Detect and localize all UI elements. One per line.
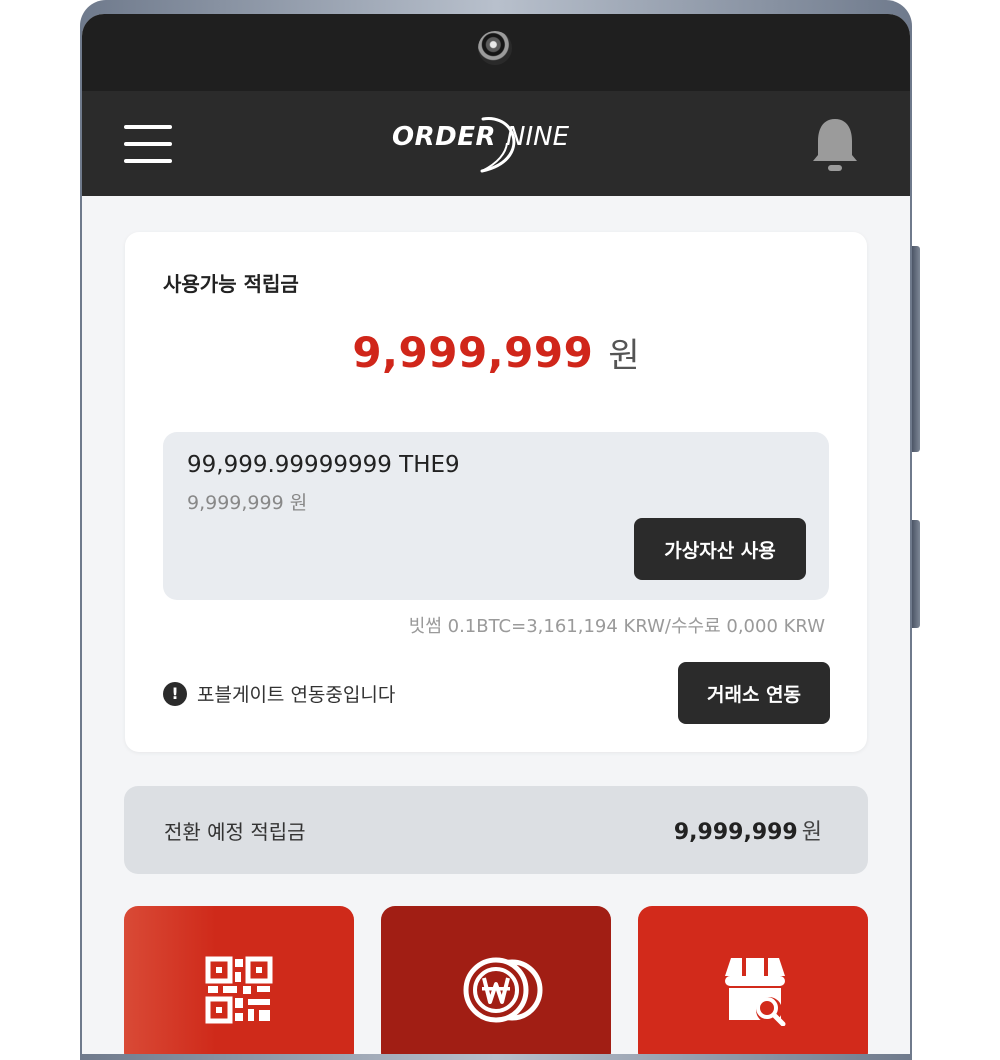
available-points-card: 사용가능 적립금 9,999,999 원 99,999.99999999 THE…	[125, 232, 867, 752]
coin-krw-value: 9,999,999 원	[187, 492, 308, 514]
use-crypto-button[interactable]: 가상자산 사용	[634, 518, 806, 580]
app-header: ORDER NINE	[82, 91, 910, 196]
crypto-asset-box: 99,999.99999999 THE9 9,999,999 원 가상자산 사용	[163, 432, 829, 600]
pending-points-bar: 전환 예정 적립금 9,999,999 원	[124, 786, 868, 874]
front-camera	[478, 31, 512, 65]
phone-screen: ORDER NINE 사용가능 적립금 9,999,999 원 99,999.9…	[82, 14, 910, 1054]
phone-power-button	[912, 520, 920, 628]
pending-unit: 원	[801, 820, 822, 845]
card-title: 사용가능 적립금	[163, 272, 299, 296]
link-status-notice: ! 포블게이트 연동중입니다	[163, 680, 395, 707]
won-coin-icon	[463, 957, 543, 1023]
notice-text: 포블게이트 연동중입니다	[197, 684, 396, 706]
status-bar	[82, 14, 910, 91]
won-points-tile[interactable]	[381, 906, 611, 1054]
qr-scan-tile[interactable]	[124, 906, 354, 1054]
logo-order-text: ORDER	[392, 122, 496, 152]
coin-amount: 99,999.99999999 THE9	[187, 452, 460, 478]
order-nine-logo: ORDER NINE	[386, 113, 606, 177]
store-search-icon	[725, 958, 786, 1026]
exchange-link-button[interactable]: 거래소 연동	[678, 662, 830, 724]
exclamation-icon: !	[163, 681, 187, 706]
pending-value: 9,999,999 원	[674, 814, 822, 846]
store-search-tile[interactable]	[638, 906, 868, 1054]
exchange-rate-text: 빗썸 0.1BTC=3,161,194 KRW/수수료 0,000 KRW	[408, 616, 825, 637]
qr-code-icon	[205, 956, 273, 1024]
points-amount: 9,999,999	[352, 328, 594, 377]
phone-volume-button	[912, 246, 920, 452]
logo-nine-text: NINE	[506, 122, 569, 152]
hamburger-menu-icon[interactable]	[124, 123, 172, 165]
points-unit: 원	[608, 336, 640, 376]
available-points: 9,999,999 원	[125, 328, 867, 377]
pending-amount: 9,999,999	[673, 820, 798, 845]
pending-label: 전환 예정 적립금	[164, 820, 306, 844]
bell-icon[interactable]	[810, 115, 860, 175]
